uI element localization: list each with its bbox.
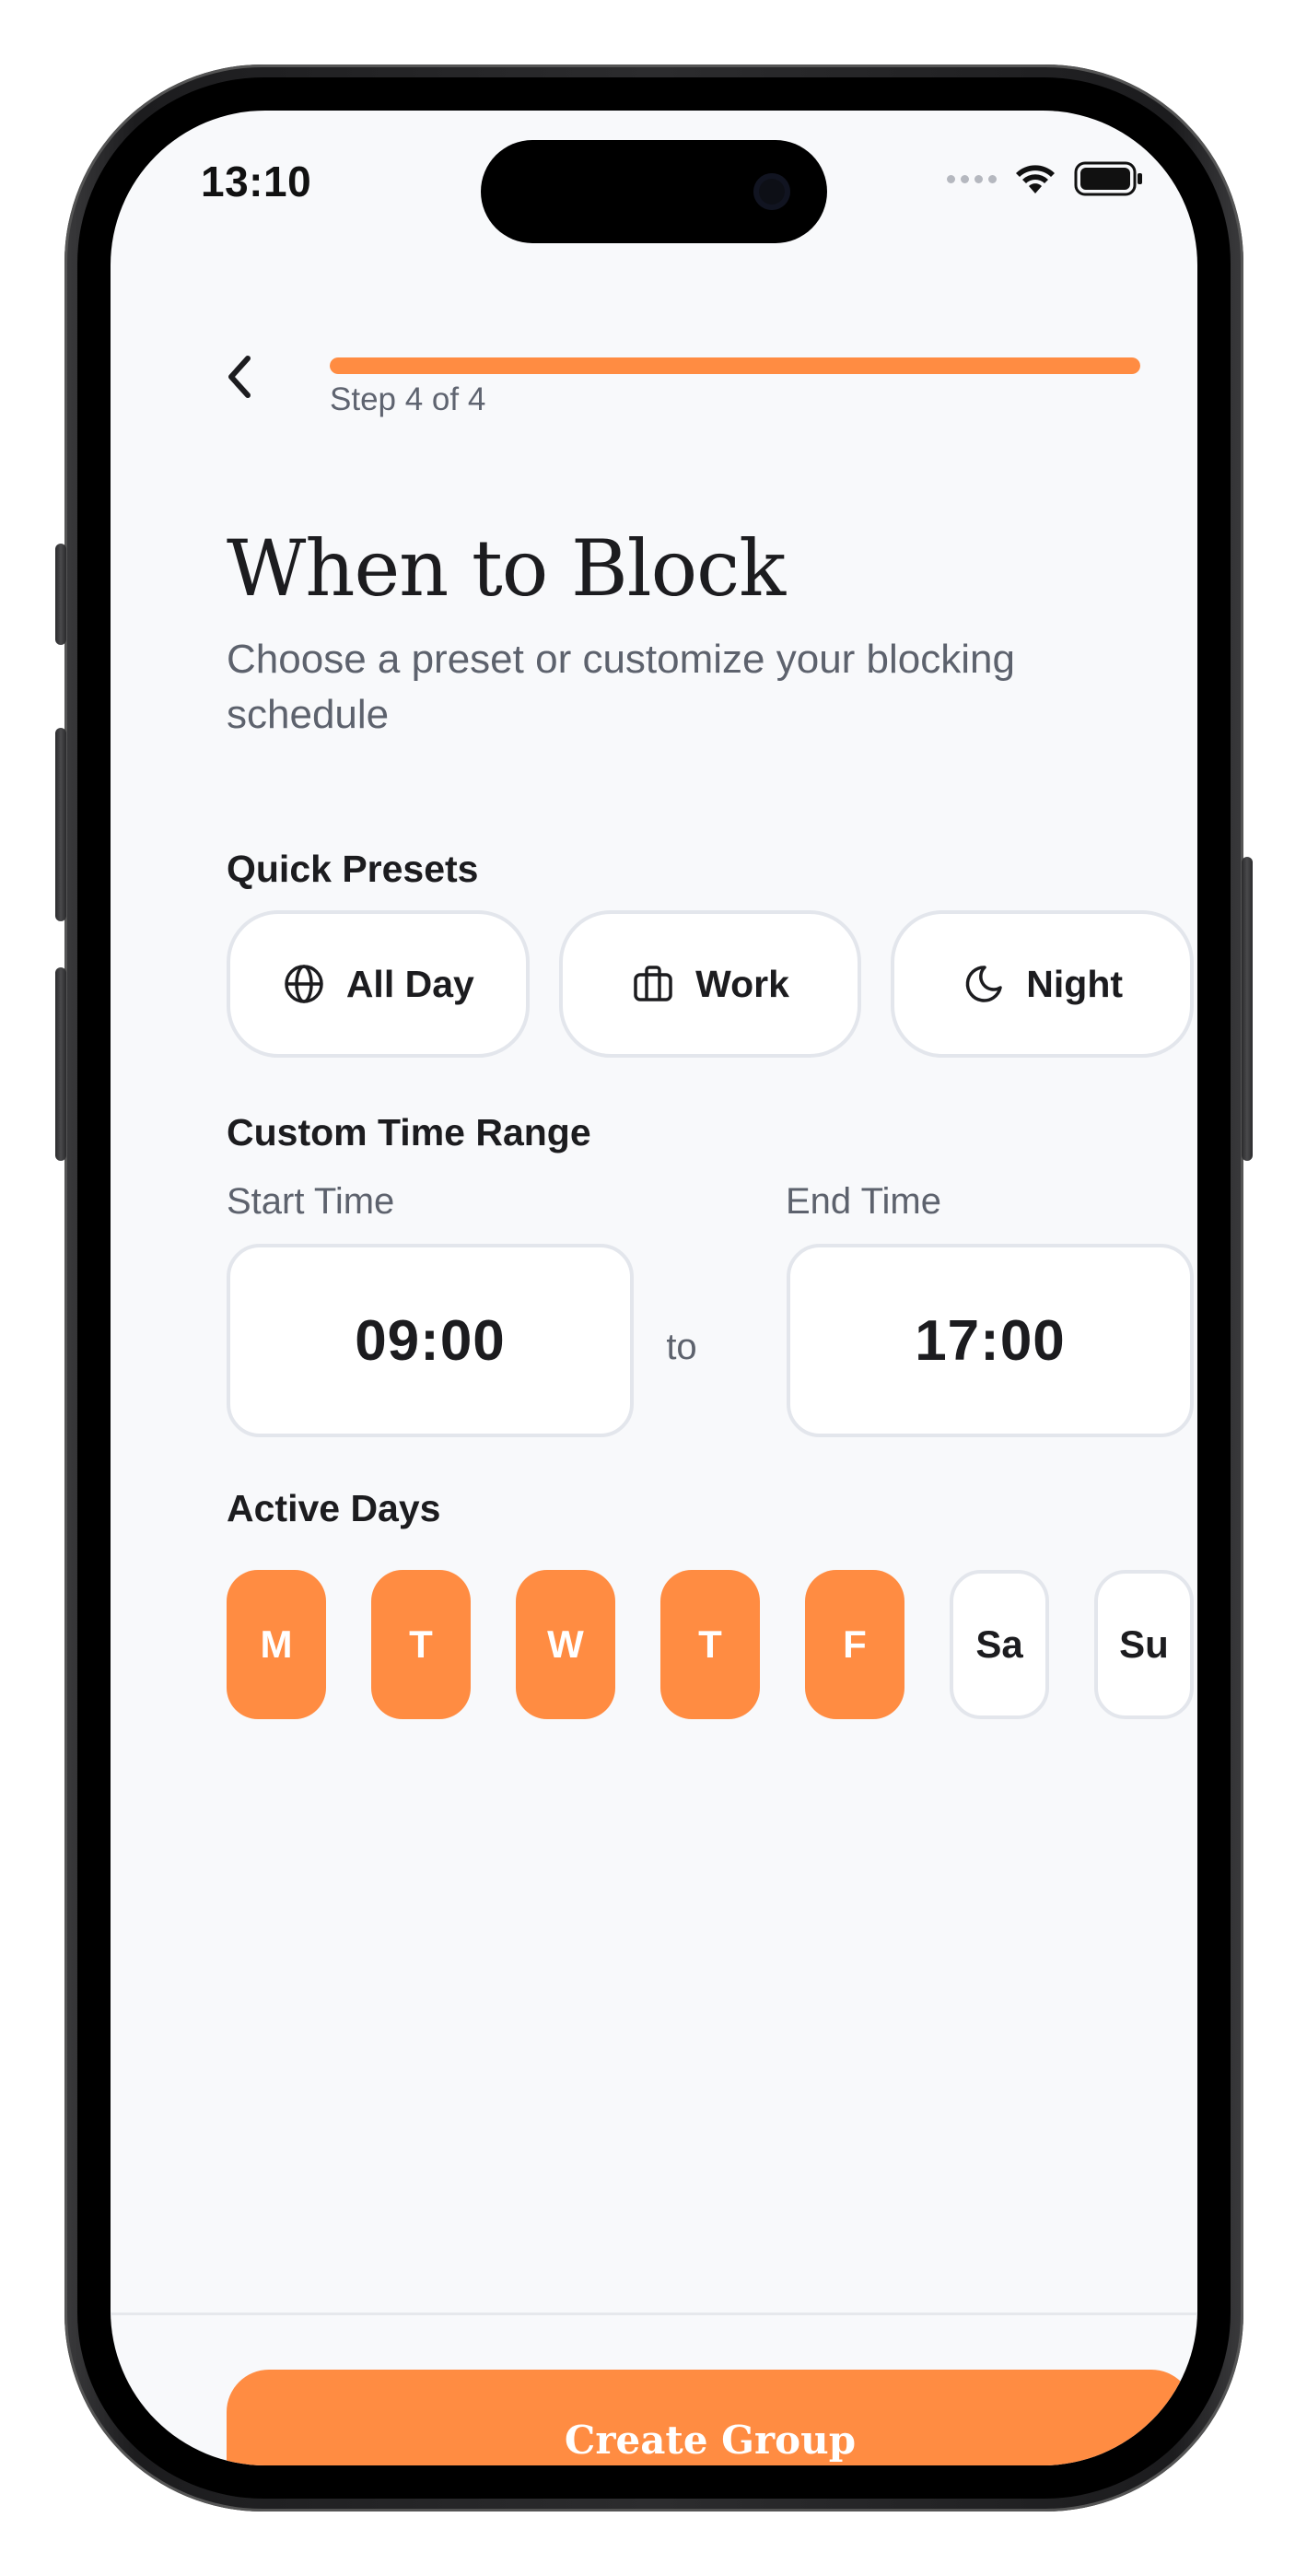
page-subtitle: Choose a preset or customize your blocki… [227, 637, 1015, 737]
end-time-picker[interactable]: 17:00 [787, 1244, 1194, 1437]
day-toggle-tuesday[interactable]: T [371, 1570, 471, 1719]
front-camera [753, 173, 790, 210]
page-title: When to Block [227, 523, 786, 614]
day-toggle-friday[interactable]: F [805, 1570, 904, 1719]
volume-up-button [55, 728, 66, 921]
back-button[interactable] [208, 345, 273, 409]
day-toggle-sunday[interactable]: Su [1094, 1570, 1194, 1719]
custom-range-heading: Custom Time Range [227, 1111, 591, 1153]
preset-label: All Day [345, 962, 474, 1005]
footer-divider [111, 2313, 1197, 2315]
cellular-signal-icon [947, 174, 997, 183]
active-days-heading: Active Days [227, 1487, 441, 1529]
volume-down-button [55, 967, 66, 1161]
status-indicators [947, 158, 1144, 199]
day-toggle-wednesday[interactable]: W [516, 1570, 615, 1719]
preset-label: Work [695, 962, 789, 1005]
preset-list: All Day Work Night [227, 910, 1195, 1058]
progress-bar [330, 357, 1140, 374]
power-button [1242, 857, 1253, 1161]
start-time-picker[interactable]: 09:00 [227, 1244, 634, 1437]
start-time-label: Start Time [227, 1181, 395, 1222]
briefcase-icon [631, 962, 675, 1006]
preset-label: Night [1026, 962, 1124, 1005]
preset-work-button[interactable]: Work [558, 910, 862, 1058]
chevron-left-icon [228, 356, 251, 398]
end-time-label: End Time [786, 1181, 941, 1222]
day-selector: M T W T F Sa Su [227, 1570, 1194, 1719]
app-screen: 13:10 Step 4 of 4 When to Block Choose a… [111, 111, 1197, 2465]
moon-icon [962, 962, 1006, 1006]
create-group-button[interactable]: Create Group [227, 2370, 1194, 2465]
step-label: Step 4 of 4 [330, 381, 486, 417]
day-toggle-monday[interactable]: M [227, 1570, 326, 1719]
preset-night-button[interactable]: Night [891, 910, 1195, 1058]
day-toggle-thursday[interactable]: T [660, 1570, 760, 1719]
wifi-icon [1016, 165, 1055, 193]
globe-icon [282, 962, 326, 1006]
action-button [55, 544, 66, 645]
quick-presets-heading: Quick Presets [227, 848, 479, 890]
status-time: 13:10 [201, 158, 312, 205]
range-separator: to [666, 1327, 697, 1367]
battery-icon [1074, 161, 1142, 196]
day-toggle-saturday[interactable]: Sa [950, 1570, 1049, 1719]
dynamic-island [481, 140, 827, 243]
progress-fill [330, 357, 1140, 374]
preset-all-day-button[interactable]: All Day [227, 910, 530, 1058]
